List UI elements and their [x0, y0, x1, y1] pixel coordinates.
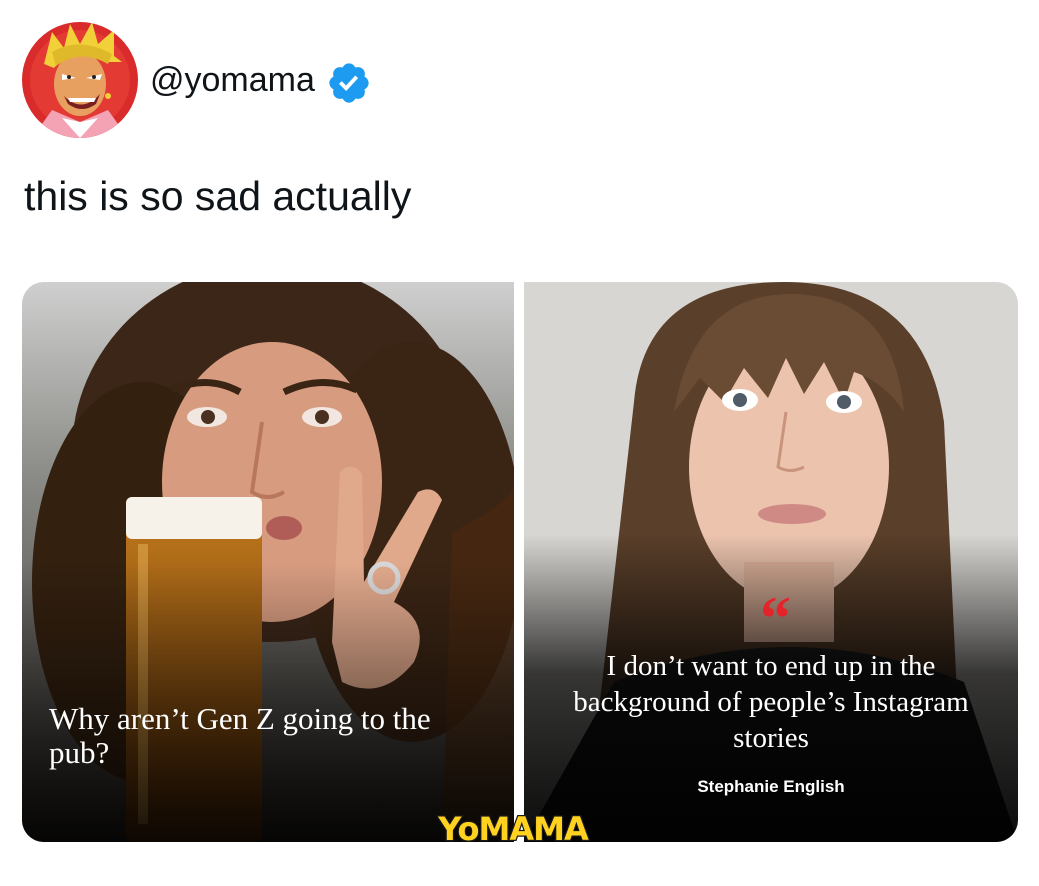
- media-headline: Why aren’t Gen Z going to the pub?: [49, 701, 431, 770]
- yomama-watermark-logo: YoMAMA: [436, 809, 591, 850]
- media-quote: I don’t want to end up in the background…: [573, 650, 969, 754]
- post-media-grid[interactable]: Why aren’t Gen Z going to the pub? “ I d…: [22, 282, 1018, 842]
- portrait-photo-illustration: [524, 282, 1018, 842]
- media-image-right[interactable]: “ I don’t want to end up in the backgrou…: [524, 282, 1018, 842]
- watermark-text: YoMAMA: [437, 810, 589, 848]
- avatar[interactable]: [22, 22, 138, 138]
- quote-author: Stephanie English: [697, 777, 845, 796]
- post-text: this is so sad actually: [24, 173, 412, 219]
- quote-mark-icon: “: [760, 585, 791, 653]
- verified-badge-icon: [326, 60, 372, 106]
- avatar-image: [22, 22, 138, 138]
- media-image-left[interactable]: Why aren’t Gen Z going to the pub?: [22, 282, 514, 842]
- post-username[interactable]: @yomama: [150, 58, 315, 102]
